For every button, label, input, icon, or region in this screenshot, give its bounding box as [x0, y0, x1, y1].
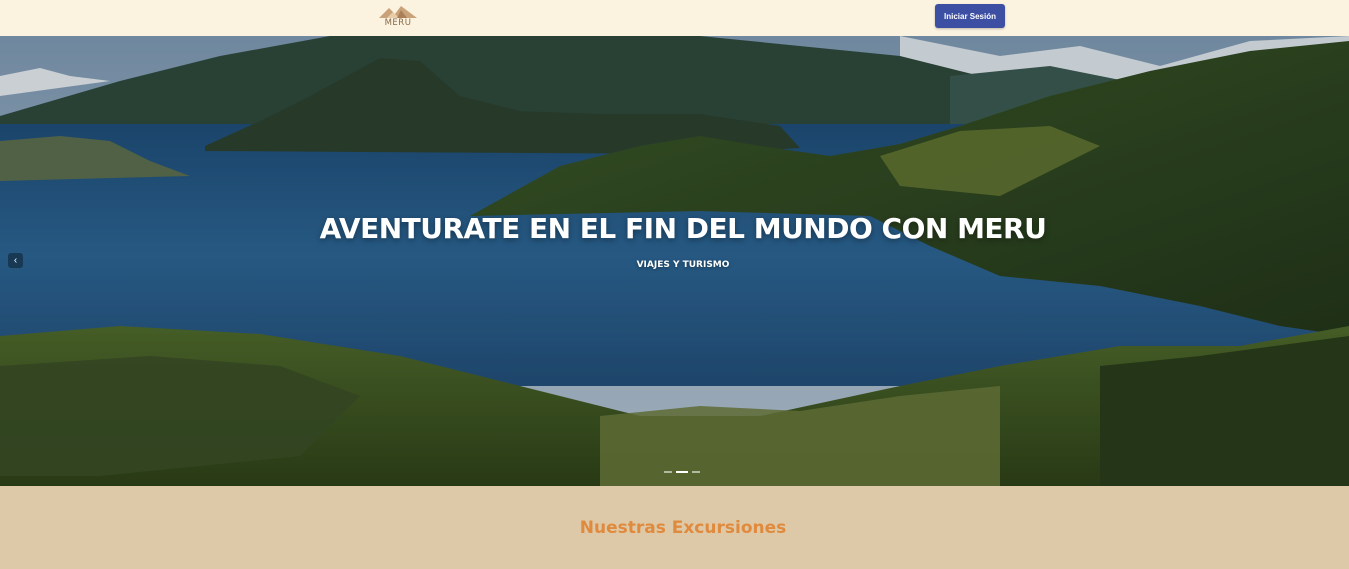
hero-carousel: AVENTURATE EN EL FIN DEL MUNDO CON MERU …	[0, 36, 1349, 486]
navbar: MERU Iniciar Sesión	[0, 0, 1349, 36]
login-button[interactable]: Iniciar Sesión	[935, 4, 1005, 28]
carousel-indicator-3[interactable]	[692, 471, 700, 473]
carousel-indicator-2[interactable]	[676, 471, 688, 473]
carousel-prev-button[interactable]: ‹	[8, 253, 23, 268]
carousel-indicators	[664, 471, 700, 474]
hero-subtitle: VIAJES Y TURISMO	[636, 260, 730, 270]
meru-logo[interactable]: MERU	[377, 4, 419, 30]
carousel-indicator-1[interactable]	[664, 471, 672, 473]
section-title-excursiones: Nuestras Excursiones	[579, 518, 787, 538]
hero-title: AVENTURATE EN EL FIN DEL MUNDO CON MERU	[319, 212, 1047, 245]
chevron-left-icon: ‹	[13, 255, 18, 266]
logo-text: MERU	[384, 18, 412, 28]
